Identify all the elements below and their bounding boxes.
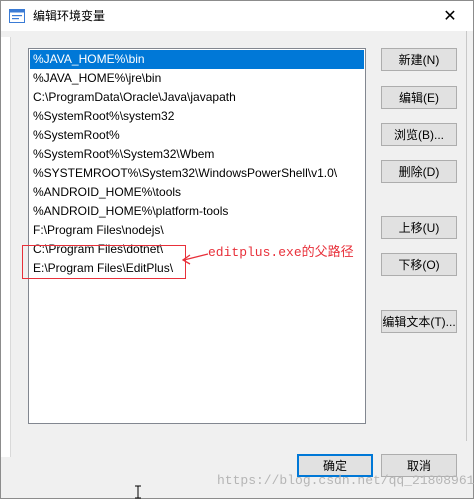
list-item[interactable]: %SystemRoot%	[30, 126, 364, 145]
new-button[interactable]: 新建(N)	[381, 48, 457, 71]
window-icon	[9, 9, 25, 23]
list-item[interactable]: %JAVA_HOME%\bin	[30, 50, 364, 69]
list-item[interactable]: %JAVA_HOME%\jre\bin	[30, 69, 364, 88]
edit-button[interactable]: 编辑(E)	[381, 86, 457, 109]
list-item[interactable]: %ANDROID_HOME%\platform-tools	[30, 202, 364, 221]
list-item[interactable]: F:\Program Files\nodejs\	[30, 221, 364, 240]
annotation-text: editplus.exe的父路径	[208, 245, 354, 260]
move-down-button[interactable]: 下移(O)	[381, 253, 457, 276]
list-item[interactable]: %SystemRoot%\System32\Wbem	[30, 145, 364, 164]
move-up-button[interactable]: 上移(U)	[381, 216, 457, 239]
list-item[interactable]: %SYSTEMROOT%\System32\WindowsPowerShell\…	[30, 164, 364, 183]
edit-text-button[interactable]: 编辑文本(T)...	[381, 310, 457, 333]
text-cursor-icon	[135, 485, 141, 499]
path-list[interactable]: %JAVA_HOME%\bin %JAVA_HOME%\jre\bin C:\P…	[28, 48, 366, 424]
list-item[interactable]: %ANDROID_HOME%\tools	[30, 183, 364, 202]
annotation-highlight-box	[22, 245, 186, 279]
list-item[interactable]: %SystemRoot%\system32	[30, 107, 364, 126]
edit-env-var-dialog: 编辑环境变量 ✕ %JAVA_HOME%\bin %JAVA_HOME%\jre…	[0, 0, 474, 499]
background-window-fragment-right	[466, 31, 473, 441]
delete-button[interactable]: 删除(D)	[381, 160, 457, 183]
title-bar[interactable]: 编辑环境变量 ✕	[1, 1, 473, 31]
close-icon: ✕	[443, 8, 457, 25]
annotation-arrow-icon	[181, 253, 209, 265]
background-window-fragment	[1, 37, 11, 457]
list-item[interactable]: C:\ProgramData\Oracle\Java\javapath	[30, 88, 364, 107]
close-button[interactable]: ✕	[427, 1, 473, 31]
browse-button[interactable]: 浏览(B)...	[381, 123, 457, 146]
window-title: 编辑环境变量	[33, 9, 106, 23]
watermark: https://blog.csdn.net/qq_21808961	[217, 473, 474, 488]
